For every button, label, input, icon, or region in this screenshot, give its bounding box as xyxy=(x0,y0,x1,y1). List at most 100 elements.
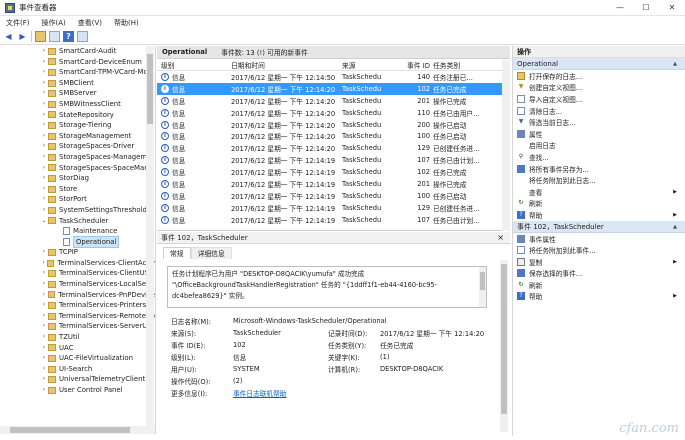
expand-chevron-icon[interactable]: › xyxy=(40,99,48,110)
detail-scrollbar[interactable] xyxy=(500,260,508,432)
action-item[interactable]: 清除日志... xyxy=(513,105,685,117)
action-item[interactable]: 保存选择的事件... xyxy=(513,268,685,280)
minimize-button[interactable]: — xyxy=(607,0,633,16)
online-help-link[interactable]: 事件日志联机帮助 xyxy=(233,388,287,398)
event-list-scrollbar[interactable] xyxy=(502,60,510,231)
tree-item[interactable]: › StorageSpaces-Driver xyxy=(0,141,155,152)
expand-chevron-icon[interactable]: › xyxy=(40,385,48,396)
expand-chevron-icon[interactable]: › xyxy=(40,258,47,269)
expand-chevron-icon[interactable]: › xyxy=(40,343,48,354)
event-row[interactable]: i 信息 2017/6/12 星期一 下午 12:14:19 TaskSchedu 10… xyxy=(157,214,510,226)
event-row[interactable]: i 信息 2017/6/12 星期一 下午 12:14:19 TaskSchedu 10… xyxy=(157,154,510,166)
menu-action[interactable]: 操作(A) xyxy=(42,18,66,28)
action-pane-icon[interactable] xyxy=(77,31,88,42)
tree-item[interactable]: › StorageSpaces-SpaceMana xyxy=(0,163,155,174)
event-row[interactable]: i 信息 2017/6/12 星期一 下午 12:14:19 TaskSchedu 10… xyxy=(157,190,510,202)
show-tree-icon[interactable] xyxy=(49,31,60,42)
column-datetime[interactable]: 日期和时间 xyxy=(231,60,342,70)
expand-chevron-icon[interactable]: › xyxy=(40,205,48,216)
tree-item[interactable]: › StorageSpaces-Manageme xyxy=(0,152,155,163)
action-item[interactable]: 导入自定义视图... xyxy=(513,93,685,105)
actions-section-log[interactable]: Operational xyxy=(513,58,685,70)
event-row[interactable]: i 信息 2017/6/12 星期一 下午 12:14:19 TaskSchedu 20… xyxy=(157,178,510,190)
menu-view[interactable]: 查看(V) xyxy=(78,18,102,28)
column-event-id[interactable]: 事件 ID xyxy=(401,60,433,70)
help-icon[interactable]: ? xyxy=(63,31,74,42)
tree-item[interactable]: › Storage-Tiering xyxy=(0,120,155,131)
tree-item[interactable]: › TCPIP xyxy=(0,247,155,258)
expand-chevron-icon[interactable]: › xyxy=(40,57,48,68)
tree-item[interactable]: › SmartCard-DeviceEnum xyxy=(0,57,155,68)
expand-chevron-icon[interactable]: › xyxy=(40,353,48,364)
action-item[interactable]: 事件属性 xyxy=(513,233,685,245)
action-item[interactable]: 打开保存的日志... xyxy=(513,70,685,82)
column-level[interactable]: 级别 xyxy=(157,60,231,70)
event-row[interactable]: i 信息 2017/6/12 星期一 下午 12:14:20 TaskSchedu 10… xyxy=(157,130,510,142)
close-detail-icon[interactable]: × xyxy=(497,233,504,242)
actions-section-event[interactable]: 事件 102，TaskScheduler xyxy=(513,220,685,233)
menu-file[interactable]: 文件(F) xyxy=(6,18,30,28)
expand-chevron-icon[interactable]: › xyxy=(40,120,48,131)
expand-chevron-icon[interactable]: › xyxy=(40,141,48,152)
event-row[interactable]: i 信息 2017/6/12 星期一 下午 12:14:20 TaskSchedu 20… xyxy=(157,95,510,107)
action-item[interactable]: ? 帮助 ▶ xyxy=(513,291,685,303)
action-item[interactable]: 属性 xyxy=(513,128,685,140)
tree-item[interactable]: › TerminalServices-ClientActiv xyxy=(0,258,155,269)
expand-chevron-icon[interactable]: › xyxy=(40,152,48,163)
tree-item[interactable]: › UAC xyxy=(0,343,155,354)
tree-vertical-scrollbar[interactable] xyxy=(146,46,154,426)
expand-chevron-icon[interactable]: › xyxy=(40,88,48,99)
expand-chevron-icon[interactable]: › xyxy=(40,321,48,332)
expand-chevron-icon[interactable]: › xyxy=(40,332,48,343)
tree-item[interactable]: › SystemSettingsThreshold xyxy=(0,205,155,216)
tree-item[interactable]: › SMBWitnessClient xyxy=(0,99,155,110)
tree-item[interactable]: › TerminalServices-LocalSess xyxy=(0,279,155,290)
action-item[interactable]: 将所有事件另存为... xyxy=(513,163,685,175)
tree-item[interactable]: › TerminalServices-ServerUSI xyxy=(0,321,155,332)
expand-chevron-icon[interactable]: › xyxy=(40,184,48,195)
expand-chevron-icon[interactable]: › xyxy=(40,311,48,322)
tree-item[interactable]: › SMBServer xyxy=(0,88,155,99)
expand-chevron-icon[interactable]: › xyxy=(40,290,48,301)
action-item[interactable]: ▼ 创建自定义视图... xyxy=(513,82,685,94)
tree-item[interactable]: › StateRepository xyxy=(0,110,155,121)
tree-hscroll-thumb[interactable] xyxy=(10,427,130,433)
action-item[interactable]: ▼ 筛选当前日志... xyxy=(513,116,685,128)
tree-item[interactable]: › StorDiag xyxy=(0,173,155,184)
action-item[interactable]: 复制 ▶ xyxy=(513,256,685,268)
tree-item[interactable]: › StorageManagement xyxy=(0,131,155,142)
event-row[interactable]: i 信息 2017/6/12 星期一 下午 12:14:20 TaskSchedu 20… xyxy=(157,119,510,131)
tree-item[interactable]: › TerminalServices-PnPDevice xyxy=(0,290,155,301)
menu-help[interactable]: 帮助(H) xyxy=(114,18,139,28)
forward-arrow-icon[interactable]: ▶ xyxy=(17,31,28,42)
action-item[interactable]: ⚲ 查找... xyxy=(513,151,685,163)
expand-chevron-icon[interactable]: › xyxy=(40,374,48,385)
column-source[interactable]: 来源 xyxy=(342,60,401,70)
tree-item[interactable]: › SmartCard-Audit xyxy=(0,46,155,57)
detail-scroll-thumb[interactable] xyxy=(501,264,507,414)
event-row[interactable]: i 信息 2017/6/12 星期一 下午 12:14:20 TaskSchedu 12… xyxy=(157,142,510,154)
tree-item[interactable]: Operational xyxy=(0,235,155,249)
expand-chevron-icon[interactable]: › xyxy=(40,268,48,279)
tree-item[interactable]: › User Control Panel xyxy=(0,385,155,396)
tree-item[interactable]: ⌄ TaskScheduler xyxy=(0,216,155,227)
description-scrollbar[interactable] xyxy=(479,267,486,307)
tree-item[interactable]: › SmartCard-TPM-VCard-Mo xyxy=(0,67,155,78)
collapse-chevron-icon[interactable]: ⌄ xyxy=(40,216,48,227)
expand-chevron-icon[interactable]: › xyxy=(40,131,48,142)
expand-chevron-icon[interactable]: › xyxy=(40,163,48,174)
tree-item[interactable]: › UI-Search xyxy=(0,364,155,375)
open-folder-icon[interactable] xyxy=(35,31,46,42)
tree-item[interactable]: › SMBClient xyxy=(0,78,155,89)
column-task-category[interactable]: 任务类别 xyxy=(433,60,503,70)
tab-general[interactable]: 常规 xyxy=(163,247,191,259)
tab-details[interactable]: 详细信息 xyxy=(190,247,232,259)
event-row[interactable]: i 信息 2017/6/12 星期一 下午 12:14:19 TaskSchedu 10… xyxy=(157,166,510,178)
action-item[interactable]: ? 帮助 ▶ xyxy=(513,209,685,221)
tree-item[interactable]: › TerminalServices-ClientUSB xyxy=(0,268,155,279)
tree-horizontal-scrollbar[interactable] xyxy=(0,426,156,434)
tree-item[interactable]: › TZUtil xyxy=(0,332,155,343)
event-row[interactable]: i 信息 2017/6/12 星期一 下午 12:14:20 TaskSchedu 10… xyxy=(157,82,510,95)
maximize-button[interactable]: ☐ xyxy=(633,0,659,16)
description-scroll-thumb[interactable] xyxy=(480,272,485,290)
